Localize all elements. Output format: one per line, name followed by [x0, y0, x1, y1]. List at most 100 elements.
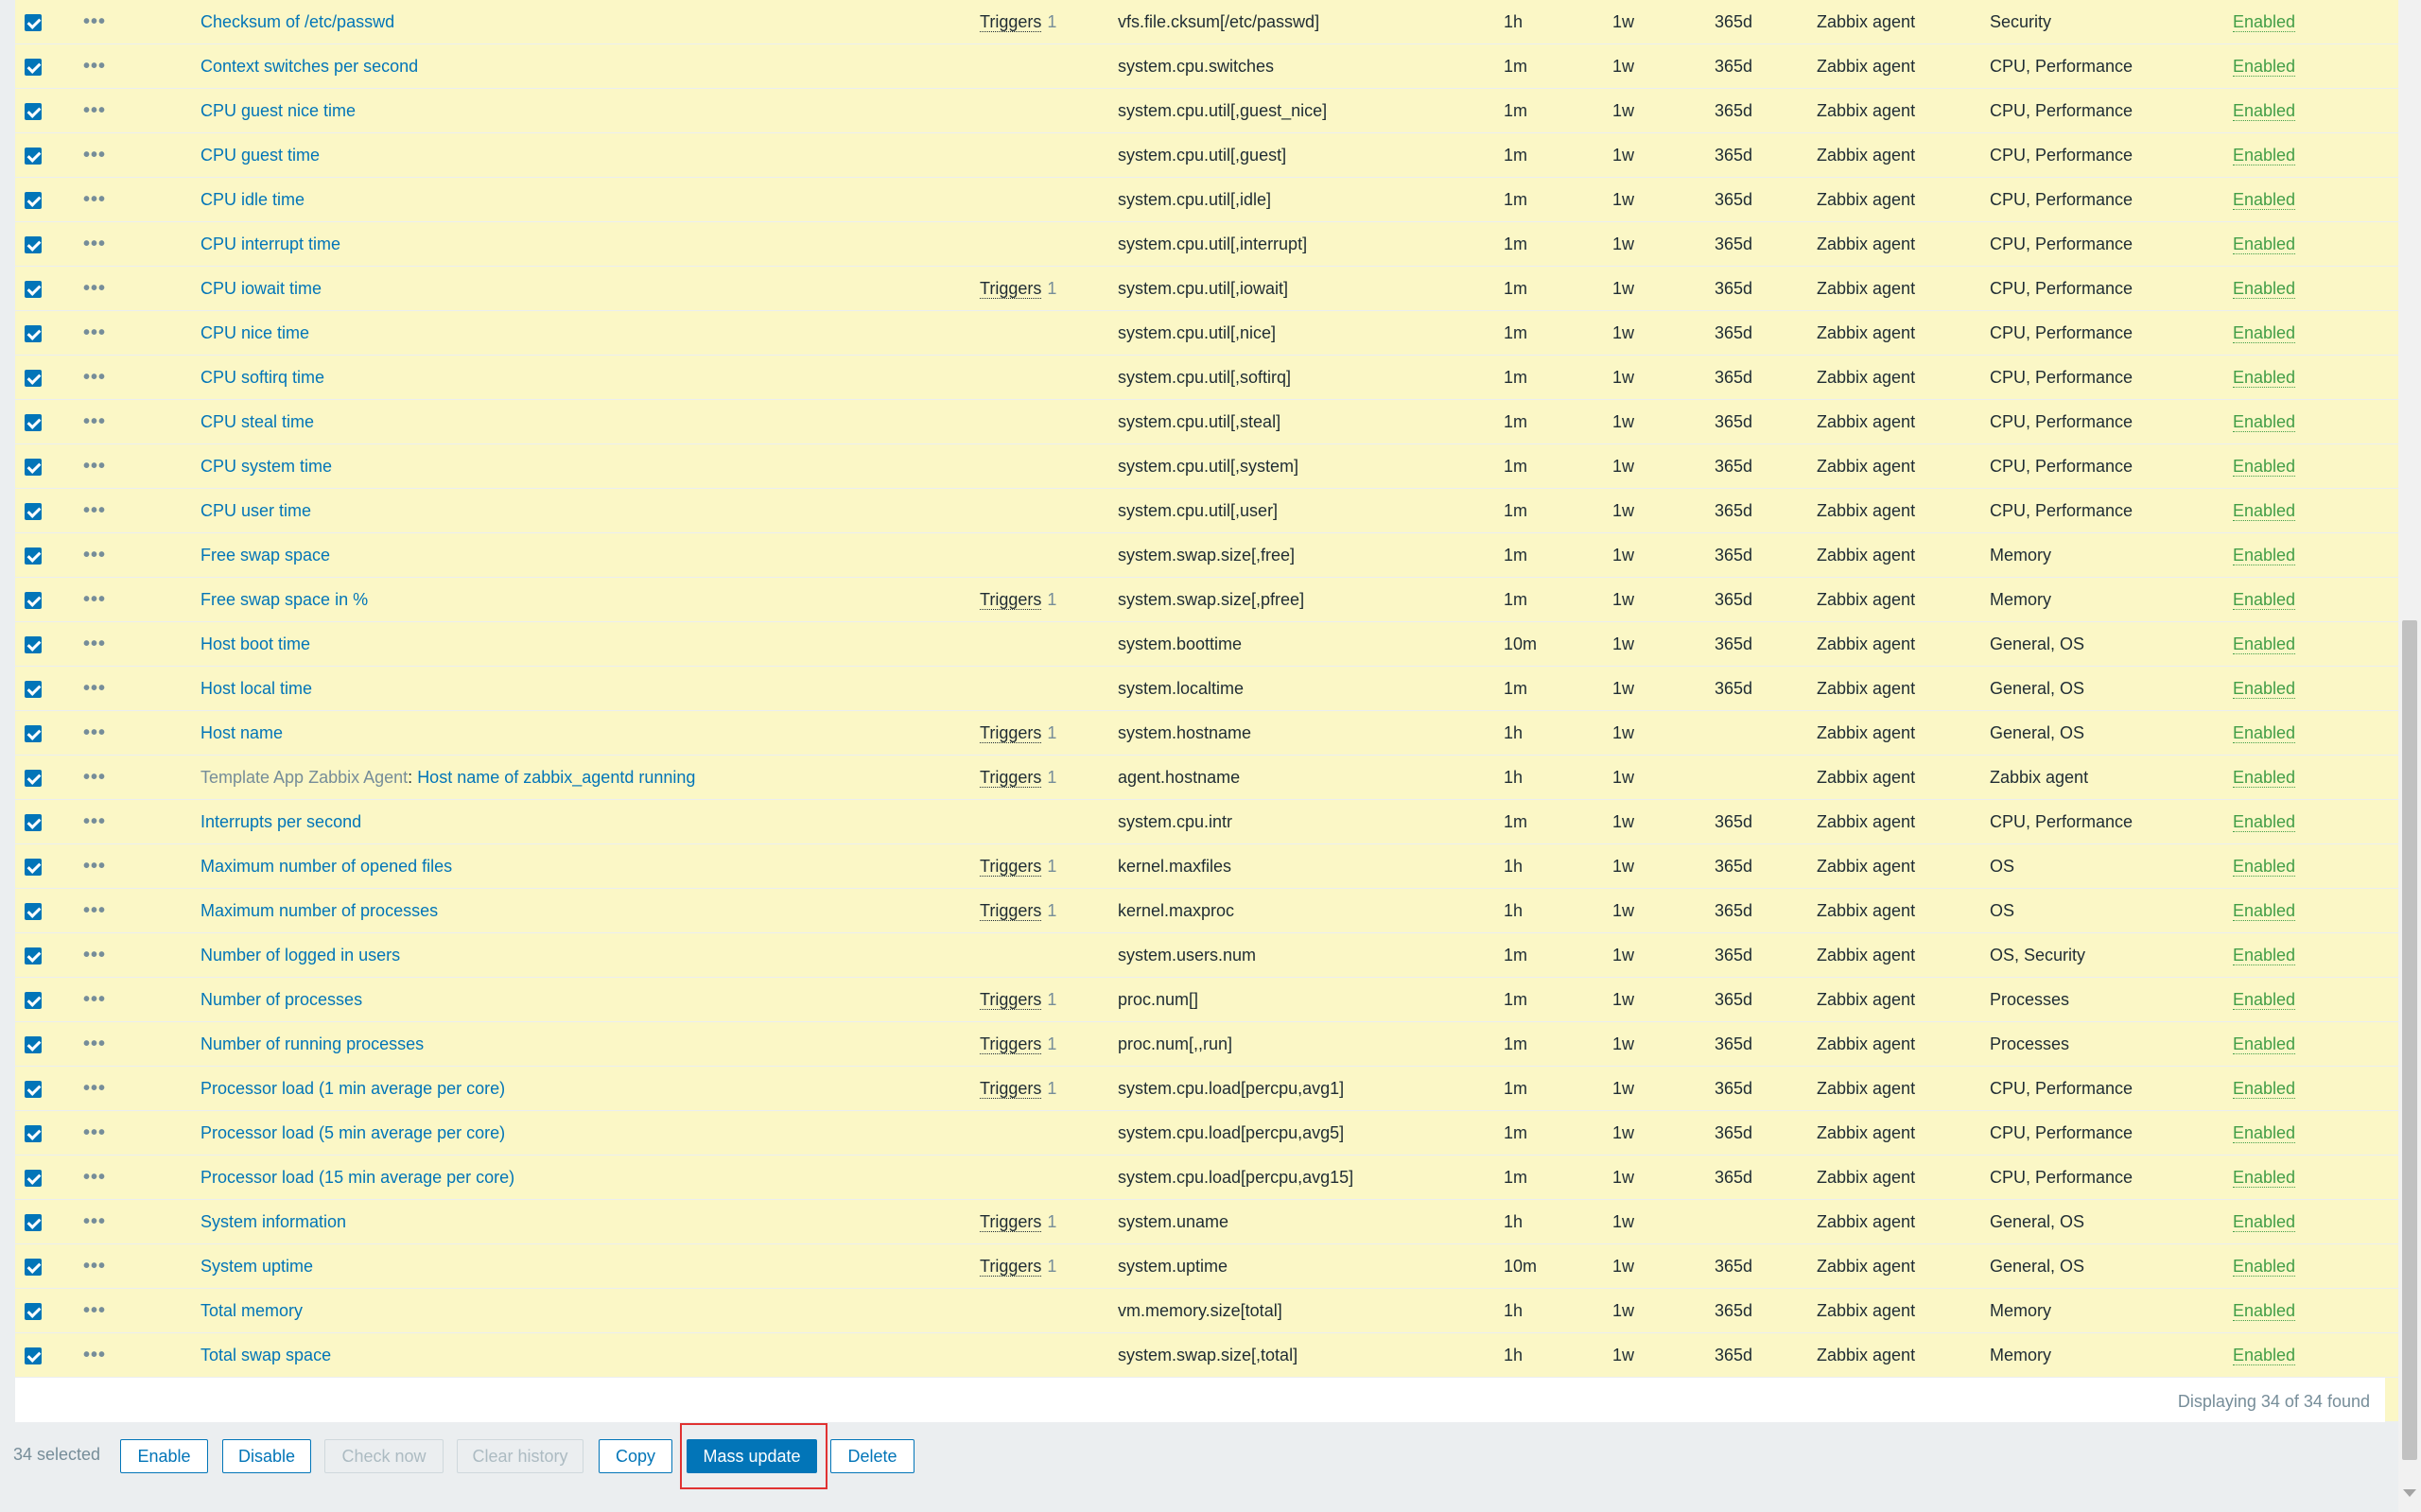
more-options-icon[interactable]: ••• [83, 234, 106, 254]
more-options-icon[interactable]: ••• [83, 100, 106, 121]
more-options-icon[interactable]: ••• [83, 1256, 106, 1277]
more-options-icon[interactable]: ••• [83, 367, 106, 388]
status-toggle[interactable]: Enabled [2233, 1034, 2296, 1054]
more-options-icon[interactable]: ••• [83, 767, 106, 788]
disable-button[interactable]: Disable [222, 1439, 311, 1473]
more-options-icon[interactable]: ••• [83, 1122, 106, 1143]
row-checkbox[interactable] [25, 1080, 42, 1098]
triggers-link[interactable]: Triggers [980, 989, 1042, 1010]
row-checkbox[interactable] [25, 858, 42, 876]
item-name-link[interactable]: CPU idle time [200, 190, 305, 209]
row-checkbox[interactable] [25, 1302, 42, 1320]
item-name-link[interactable]: Host name [200, 723, 283, 742]
status-toggle[interactable]: Enabled [2233, 234, 2296, 254]
row-checkbox[interactable] [25, 458, 42, 476]
check-now-button[interactable]: Check now [324, 1439, 444, 1473]
status-toggle[interactable]: Enabled [2233, 411, 2296, 432]
copy-button[interactable]: Copy [599, 1439, 672, 1473]
item-name-link[interactable]: CPU user time [200, 501, 311, 520]
item-name-link[interactable]: Maximum number of opened files [200, 857, 452, 876]
row-checkbox[interactable] [25, 902, 42, 920]
status-toggle[interactable]: Enabled [2233, 500, 2296, 521]
item-name-link[interactable]: Total memory [200, 1301, 303, 1320]
triggers-link[interactable]: Triggers [980, 1256, 1042, 1277]
scroll-down-arrow-icon[interactable] [2403, 1489, 2416, 1497]
item-name-link[interactable]: Context switches per second [200, 57, 418, 76]
more-options-icon[interactable]: ••• [83, 145, 106, 165]
row-checkbox[interactable] [25, 280, 42, 298]
more-options-icon[interactable]: ••• [83, 900, 106, 921]
more-options-icon[interactable]: ••• [83, 989, 106, 1010]
triggers-link[interactable]: Triggers [980, 900, 1042, 921]
more-options-icon[interactable]: ••• [83, 11, 106, 32]
status-toggle[interactable]: Enabled [2233, 56, 2296, 77]
more-options-icon[interactable]: ••• [83, 1078, 106, 1099]
status-toggle[interactable]: Enabled [2233, 678, 2296, 699]
status-toggle[interactable]: Enabled [2233, 767, 2296, 788]
row-checkbox[interactable] [25, 769, 42, 787]
item-name-link[interactable]: System information [200, 1212, 346, 1231]
more-options-icon[interactable]: ••• [83, 1034, 106, 1054]
item-name-link[interactable]: Number of processes [200, 990, 362, 1009]
item-name-link[interactable]: CPU system time [200, 457, 332, 476]
item-name-link[interactable]: Checksum of /etc/passwd [200, 12, 394, 31]
status-toggle[interactable]: Enabled [2233, 811, 2296, 832]
more-options-icon[interactable]: ••• [83, 722, 106, 743]
item-name-link[interactable]: Processor load (15 min average per core) [200, 1168, 514, 1187]
row-checkbox[interactable] [25, 724, 42, 742]
status-toggle[interactable]: Enabled [2233, 145, 2296, 165]
triggers-link[interactable]: Triggers [980, 589, 1042, 610]
row-checkbox[interactable] [25, 591, 42, 609]
row-checkbox[interactable] [25, 1258, 42, 1276]
status-toggle[interactable]: Enabled [2233, 278, 2296, 299]
more-options-icon[interactable]: ••• [83, 456, 106, 477]
row-checkbox[interactable] [25, 147, 42, 165]
status-toggle[interactable]: Enabled [2233, 322, 2296, 343]
status-toggle[interactable]: Enabled [2233, 11, 2296, 32]
row-checkbox[interactable] [25, 413, 42, 431]
status-toggle[interactable]: Enabled [2233, 100, 2296, 121]
triggers-link[interactable]: Triggers [980, 11, 1042, 32]
row-checkbox[interactable] [25, 58, 42, 76]
triggers-link[interactable]: Triggers [980, 1211, 1042, 1232]
item-name-link[interactable]: Total swap space [200, 1346, 331, 1364]
triggers-link[interactable]: Triggers [980, 1078, 1042, 1099]
item-name-link[interactable]: Number of running processes [200, 1034, 424, 1053]
delete-button[interactable]: Delete [830, 1439, 914, 1473]
row-checkbox[interactable] [25, 813, 42, 831]
item-name-link[interactable]: Free swap space in % [200, 590, 368, 609]
row-checkbox[interactable] [25, 1035, 42, 1053]
more-options-icon[interactable]: ••• [83, 945, 106, 965]
scrollbar-thumb[interactable] [2402, 620, 2417, 1460]
item-name-link[interactable]: Number of logged in users [200, 946, 400, 965]
row-checkbox[interactable] [25, 102, 42, 120]
triggers-link[interactable]: Triggers [980, 278, 1042, 299]
row-checkbox[interactable] [25, 502, 42, 520]
status-toggle[interactable]: Enabled [2233, 545, 2296, 565]
item-name-link[interactable]: System uptime [200, 1257, 313, 1276]
status-toggle[interactable]: Enabled [2233, 856, 2296, 877]
item-name-link[interactable]: CPU iowait time [200, 279, 322, 298]
status-toggle[interactable]: Enabled [2233, 634, 2296, 654]
clear-history-button[interactable]: Clear history [457, 1439, 583, 1473]
row-checkbox[interactable] [25, 191, 42, 209]
item-name-link[interactable]: CPU steal time [200, 412, 314, 431]
more-options-icon[interactable]: ••• [83, 678, 106, 699]
more-options-icon[interactable]: ••• [83, 1300, 106, 1321]
status-toggle[interactable]: Enabled [2233, 1167, 2296, 1188]
item-name-link[interactable]: CPU interrupt time [200, 235, 340, 253]
status-toggle[interactable]: Enabled [2233, 900, 2296, 921]
more-options-icon[interactable]: ••• [83, 545, 106, 565]
item-name-link[interactable]: Processor load (5 min average per core) [200, 1123, 505, 1142]
row-checkbox[interactable] [25, 13, 42, 31]
item-name-link[interactable]: Processor load (1 min average per core) [200, 1079, 505, 1098]
item-name-link[interactable]: CPU guest nice time [200, 101, 356, 120]
status-toggle[interactable]: Enabled [2233, 722, 2296, 743]
more-options-icon[interactable]: ••• [83, 189, 106, 210]
row-checkbox[interactable] [25, 991, 42, 1009]
status-toggle[interactable]: Enabled [2233, 456, 2296, 477]
item-name-link[interactable]: Free swap space [200, 546, 330, 565]
row-checkbox[interactable] [25, 547, 42, 565]
page-scrollbar[interactable] [2398, 0, 2421, 1512]
row-checkbox[interactable] [25, 1347, 42, 1364]
